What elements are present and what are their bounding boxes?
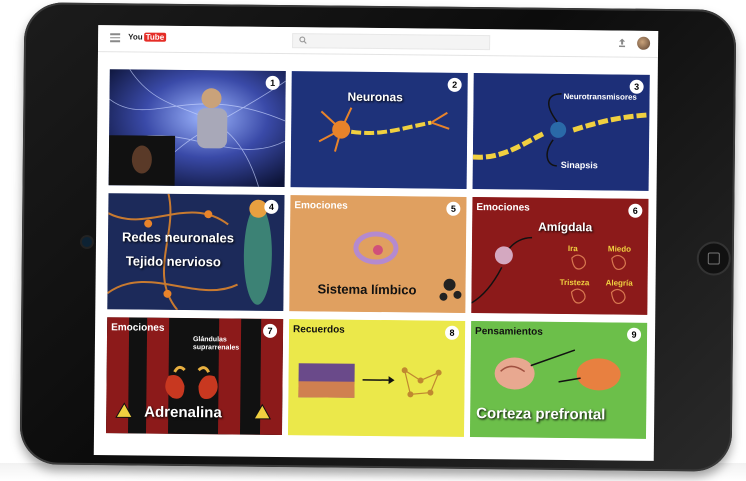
- emotion-ira: Ira: [567, 244, 578, 254]
- video-title: Amígdala: [538, 219, 593, 235]
- logo-tube: Tube: [143, 32, 167, 42]
- video-grid: 1 Neuronas 2 Neurotransmisores Sinapsis …: [105, 69, 650, 439]
- video-thumbnail-7[interactable]: Emociones Glándulas suprarrenales Adrena…: [105, 317, 284, 436]
- video-thumbnail-6[interactable]: Emociones Amígdala Ira Miedo Tristeza Al…: [471, 197, 649, 315]
- category-label: Recuerdos: [293, 324, 345, 336]
- video-number-badge: 9: [626, 327, 642, 342]
- nerve-tissue-image: [107, 193, 285, 312]
- video-title: Corteza prefrontal: [476, 405, 606, 424]
- amygdala-image: [471, 197, 649, 315]
- video-title-line2: Tejido nervioso: [125, 253, 221, 270]
- emotion-alegria: Alegría: [605, 278, 633, 288]
- upload-icon[interactable]: [618, 38, 626, 48]
- search-input[interactable]: [292, 33, 491, 51]
- camera-icon: [79, 234, 95, 250]
- video-thumbnail-1[interactable]: 1: [108, 69, 286, 188]
- label-glandulas: Glándulas suprarrenales: [192, 336, 240, 352]
- video-number-badge: 3: [629, 79, 644, 94]
- youtube-logo[interactable]: You Tube: [128, 32, 167, 42]
- video-number-badge: 7: [263, 323, 278, 338]
- video-title: Sistema límbico: [317, 281, 417, 298]
- search-icon: [299, 36, 307, 44]
- menu-icon[interactable]: [110, 33, 121, 42]
- emotion-tristeza: Tristeza: [559, 277, 590, 288]
- youtube-topbar: You Tube: [97, 25, 659, 58]
- video-number-badge: 1: [265, 75, 280, 90]
- neural-network-image: [108, 69, 286, 188]
- video-thumbnail-4[interactable]: Redes neuronales Tejido nervioso 4: [107, 193, 285, 312]
- video-title: Neuronas: [347, 89, 403, 105]
- logo-text: You: [128, 32, 143, 42]
- video-number-badge: 5: [446, 201, 461, 216]
- label-neurotransmisores: Neurotransmisores: [563, 91, 637, 102]
- video-thumbnail-5[interactable]: Emociones Sistema límbico 5: [289, 195, 467, 313]
- video-thumbnail-3[interactable]: Neurotransmisores Sinapsis 3: [472, 73, 650, 191]
- category-label: Emociones: [294, 200, 348, 212]
- video-number-badge: 4: [264, 199, 279, 214]
- video-number-badge: 8: [444, 325, 460, 340]
- category-label: Pensamientos: [475, 326, 543, 338]
- video-title: Adrenalina: [144, 403, 222, 422]
- category-label: Emociones: [111, 322, 165, 334]
- category-label: Emociones: [476, 202, 530, 214]
- neuron-image: [290, 71, 468, 189]
- video-thumbnail-8[interactable]: Recuerdos 8: [287, 319, 466, 437]
- emotion-miedo: Miedo: [607, 244, 632, 254]
- home-square-icon: [707, 252, 720, 265]
- label-sinapsis: Sinapsis: [560, 159, 598, 171]
- video-number-badge: 2: [447, 77, 462, 92]
- avatar[interactable]: [637, 36, 651, 50]
- home-button[interactable]: [696, 241, 731, 276]
- video-thumbnail-2[interactable]: Neuronas 2: [290, 71, 468, 189]
- video-title-line1: Redes neuronales: [121, 229, 235, 246]
- tablet-screen: You Tube 1 Neuronas 2 Neurotransmisores …: [93, 25, 659, 461]
- synapse-image: [472, 73, 650, 191]
- video-number-badge: 6: [628, 203, 643, 218]
- memories-image: [287, 319, 466, 437]
- video-thumbnail-9[interactable]: Pensamientos Corteza prefrontal 9: [469, 321, 648, 439]
